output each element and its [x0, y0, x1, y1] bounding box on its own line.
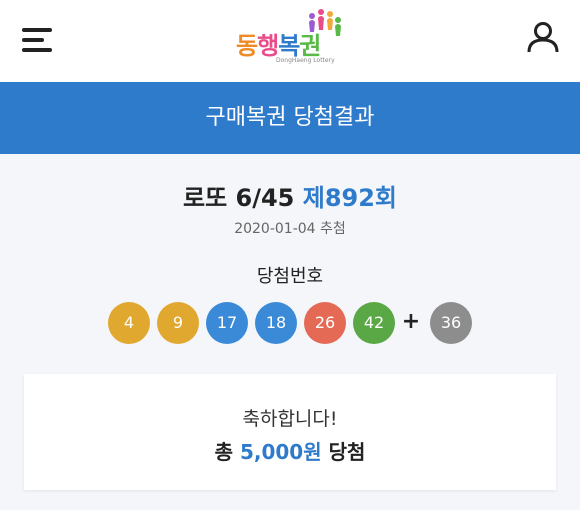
logo-text: 동행복권: [236, 26, 321, 61]
winning-numbers-label: 당첨번호: [256, 266, 324, 287]
bonus-number-ball: 36: [430, 302, 472, 344]
prize-amount-line: 총 5,000원 당첨: [24, 436, 556, 465]
number-ball: 18: [255, 302, 297, 344]
top-bar: 동행복권 DongHaeng Lottery: [0, 0, 580, 82]
user-icon-graphic: [527, 22, 559, 53]
winning-numbers: 4 9 17 18 26 42 + 36: [108, 302, 472, 344]
prize-amount: 5,000원: [239, 440, 322, 464]
congrats-message: 축하합니다!: [242, 408, 338, 430]
number-ball: 17: [206, 302, 248, 344]
logo-subtext: DongHaeng Lottery: [276, 57, 335, 64]
round-number: 제892회: [302, 184, 397, 212]
number-ball: 9: [157, 302, 199, 344]
game-name: 로또 6/45: [182, 184, 295, 212]
logo[interactable]: 동행복권 DongHaeng Lottery: [236, 8, 348, 68]
number-ball: 4: [108, 302, 150, 344]
logo-char: 권: [299, 32, 321, 60]
page-title-banner: 구매복권 당첨결과: [0, 82, 580, 154]
number-ball: 26: [304, 302, 346, 344]
number-ball: 42: [353, 302, 395, 344]
result-card: 축하합니다! 총 5,000원 당첨: [24, 374, 556, 490]
prize-suffix: 당첨: [328, 440, 366, 464]
plus-sign: +: [401, 309, 421, 334]
hamburger-menu-icon[interactable]: [22, 26, 54, 54]
logo-char: 복: [278, 32, 300, 60]
draw-date: 2020-01-04 추첨: [234, 221, 346, 237]
logo-char: 동: [236, 32, 258, 60]
game-title: 로또 6/45 제892회: [0, 178, 580, 213]
prize-prefix: 총: [214, 440, 233, 464]
user-icon[interactable]: [526, 20, 560, 54]
logo-char: 행: [257, 32, 279, 60]
